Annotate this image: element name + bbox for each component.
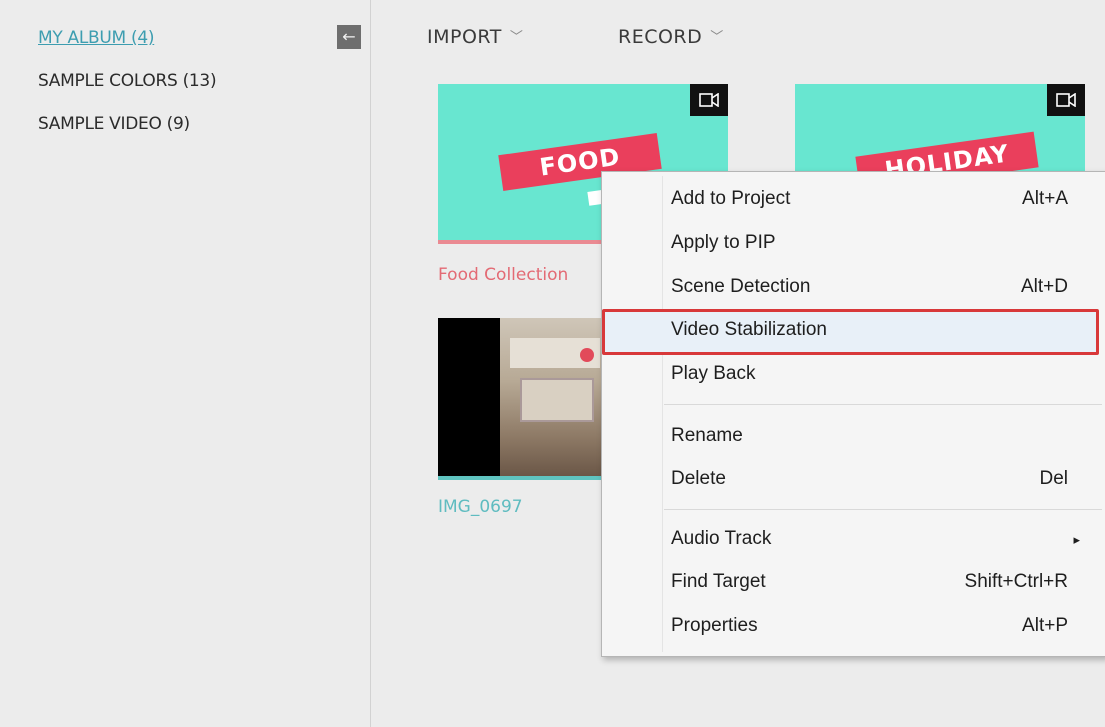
menu-item-label: Apply to PIP (671, 232, 776, 253)
menu-item-label: Video Stabilization (671, 319, 827, 340)
album-sidebar: MY ALBUM (4) SAMPLE COLORS (13) SAMPLE V… (0, 0, 371, 727)
menu-item-properties[interactable]: Properties Alt+P (602, 605, 1105, 647)
video-camera-icon (1047, 84, 1085, 116)
menu-item-shortcut: Del (1039, 468, 1068, 489)
menu-item-audio-track[interactable]: Audio Track ▸ (602, 518, 1105, 560)
collapse-sidebar-button[interactable]: ← (337, 25, 361, 49)
record-label: RECORD (618, 26, 703, 48)
import-button[interactable]: IMPORT ﹀ (427, 26, 523, 48)
menu-item-shortcut: Alt+D (1021, 276, 1068, 297)
menu-item-apply-to-pip[interactable]: Apply to PIP (602, 222, 1105, 264)
menu-item-shortcut: Shift+Ctrl+R (964, 571, 1068, 592)
album-my-album[interactable]: MY ALBUM (4) (38, 28, 155, 48)
menu-item-add-to-project[interactable]: Add to Project Alt+A (602, 178, 1105, 220)
menu-item-rename[interactable]: Rename (602, 415, 1105, 457)
menu-item-delete[interactable]: Delete Del (602, 458, 1105, 500)
chevron-down-icon: ﹀ (509, 30, 524, 45)
album-sample-colors[interactable]: SAMPLE COLORS (13) (38, 71, 217, 91)
media-title-food[interactable]: Food Collection (438, 265, 568, 285)
arrow-left-icon: ← (342, 27, 356, 46)
menu-item-label: Properties (671, 615, 758, 636)
submenu-arrow-icon: ▸ (1073, 532, 1080, 547)
menu-item-label: Scene Detection (671, 276, 811, 297)
chevron-down-icon: ﹀ (710, 30, 724, 45)
media-title-img0697[interactable]: IMG_0697 (438, 497, 523, 517)
menu-item-label: Add to Project (671, 188, 791, 209)
menu-item-find-target[interactable]: Find Target Shift+Ctrl+R (602, 561, 1105, 603)
menu-item-label: Rename (671, 425, 743, 446)
menu-item-shortcut: Alt+A (1022, 188, 1068, 209)
menu-item-label: Audio Track (671, 528, 772, 549)
menu-item-shortcut: Alt+P (1022, 615, 1068, 636)
album-sample-video[interactable]: SAMPLE VIDEO (9) (38, 114, 190, 134)
import-label: IMPORT (427, 26, 502, 48)
menu-item-play-back[interactable]: Play Back (602, 353, 1105, 395)
menu-item-label: Play Back (671, 363, 756, 384)
menu-separator (664, 509, 1102, 510)
record-button[interactable]: RECORD ﹀ (618, 26, 724, 48)
video-camera-icon (690, 84, 728, 116)
menu-item-label: Delete (671, 468, 726, 489)
context-menu: Add to Project Alt+A Apply to PIP Scene … (601, 171, 1105, 657)
menu-separator (664, 404, 1102, 405)
menu-item-label: Find Target (671, 571, 766, 592)
menu-item-video-stabilization[interactable]: Video Stabilization (602, 309, 1105, 351)
menu-item-scene-detection[interactable]: Scene Detection Alt+D (602, 266, 1105, 308)
